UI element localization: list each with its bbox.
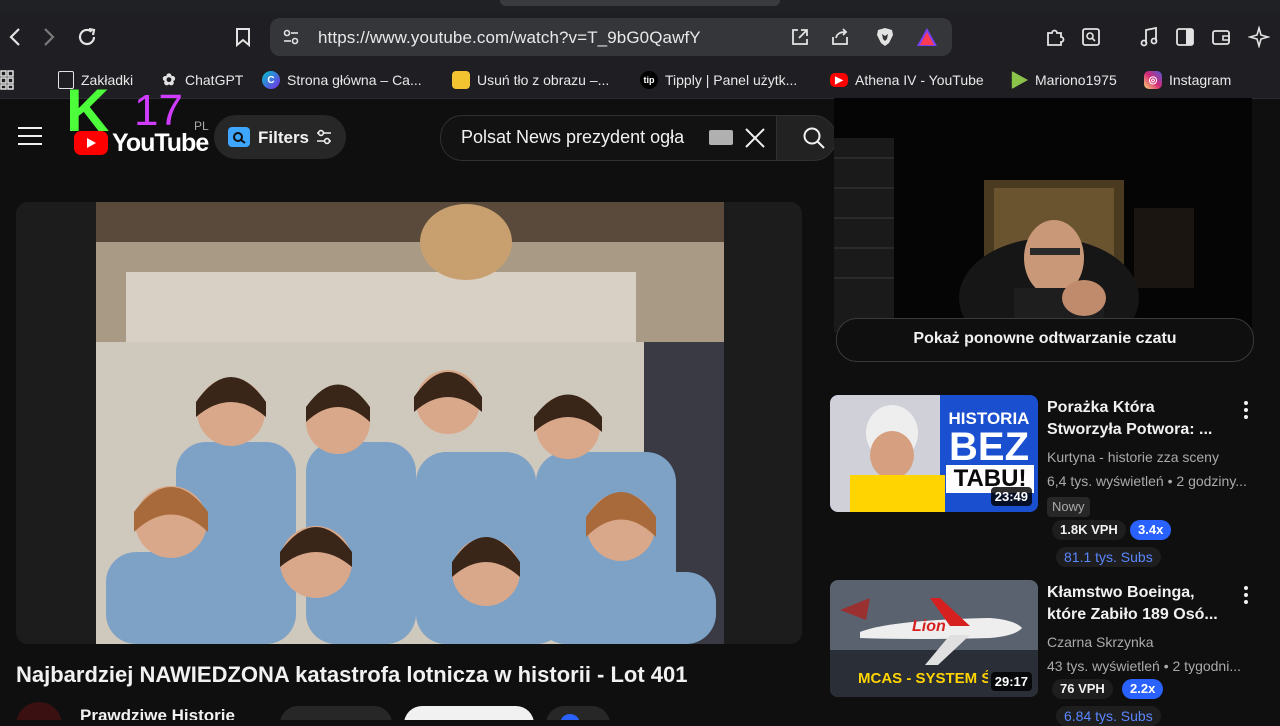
region-code: PL <box>194 119 209 133</box>
extensions-icon[interactable] <box>1040 22 1070 52</box>
chat-replay-button[interactable]: Pokaż ponowne odtwarzanie czatu <box>836 318 1254 362</box>
more-options-icon[interactable] <box>1238 399 1254 421</box>
clear-search-icon[interactable] <box>743 126 767 155</box>
join-button[interactable] <box>280 706 392 720</box>
bookmark-label: Mariono1975 <box>1035 72 1117 88</box>
outlier-multiplier: 2.2x <box>1122 679 1164 699</box>
active-tab-hint[interactable] <box>500 0 780 6</box>
address-bar[interactable]: https://www.youtube.com/watch?v=T_9bG0Qa… <box>270 18 952 56</box>
video-thumbnail[interactable]: HISTORIA BEZ TABU! 23:49 <box>830 395 1038 512</box>
share-icon[interactable] <box>830 27 850 52</box>
search-button[interactable] <box>776 115 836 161</box>
video-duration: 23:49 <box>990 487 1032 506</box>
video-player[interactable] <box>16 202 802 644</box>
related-video-channel[interactable]: Czarna Skrzynka <box>1047 634 1154 650</box>
bookmark-page-icon[interactable] <box>228 22 258 52</box>
search-query[interactable]: Polsat News prezydent ogła <box>461 127 684 148</box>
keyboard-icon[interactable] <box>709 130 733 145</box>
vph-badge: 76 VPH <box>1052 679 1113 699</box>
related-video-meta: 43 tys. wyświetleń • 2 tygodni... <box>1047 658 1241 674</box>
tipply-icon: tip <box>640 71 658 89</box>
youtube-header: YouTube PL K 17 Filters Polsat News prez… <box>0 81 836 179</box>
vph-badge: 1.8K VPH <box>1052 520 1126 540</box>
filter-extension-icon <box>228 127 250 147</box>
streamer-webcam-feed <box>834 98 1252 332</box>
chat-replay-label: Pokaż ponowne odtwarzanie czatu <box>913 330 1177 347</box>
webcam-overlay <box>834 98 1252 332</box>
bookmark-mariono[interactable]: Mariono1975 <box>1010 70 1117 90</box>
back-icon[interactable] <box>0 22 30 52</box>
rumble-icon <box>1011 71 1028 89</box>
bookmark-label: Tipply | Panel użytk... <box>665 72 798 88</box>
bookmark-label: ChatGPT <box>185 72 244 88</box>
music-icon[interactable] <box>1134 22 1164 52</box>
video-duration: 29:17 <box>990 672 1032 691</box>
bookmark-tipply[interactable]: tip Tipply | Panel użytk... <box>640 70 797 90</box>
more-options-icon[interactable] <box>1238 584 1254 606</box>
leo-ai-icon[interactable] <box>1244 22 1274 52</box>
search-icon <box>802 126 826 155</box>
thumbnail-text: BEZ <box>949 425 1029 469</box>
open-in-app-icon[interactable] <box>790 27 810 52</box>
brave-shield-icon[interactable] <box>874 26 896 53</box>
channel-row: Prawdziwe Historie <box>16 702 816 720</box>
related-video-meta: 6,4 tys. wyświetleń • 2 godziny... <box>1047 473 1247 489</box>
search-input[interactable]: Polsat News prezydent ogła <box>440 115 777 161</box>
stream-badge-number: 17 <box>134 86 183 135</box>
stream-badge-letter: K <box>66 77 110 144</box>
video-thumbnail[interactable]: Lion MCAS - SYSTEM ŚMIE 29:17 <box>830 580 1038 697</box>
bookmark-instagram[interactable]: ◎ Instagram <box>1144 70 1231 90</box>
menu-icon[interactable] <box>18 127 42 147</box>
related-video-1[interactable]: HISTORIA BEZ TABU! 23:49 Porażka Która S… <box>830 395 1280 575</box>
brave-rewards-icon[interactable] <box>916 27 938 52</box>
channel-name[interactable]: Prawdziwe Historie <box>80 706 235 720</box>
site-info-icon[interactable] <box>282 28 300 51</box>
subscriber-count: 81.1 tys. Subs <box>1056 547 1161 567</box>
video-frame-photo <box>16 202 802 644</box>
remove-bg-icon <box>452 71 470 89</box>
subscriber-count: 6.84 tys. Subs <box>1056 706 1161 726</box>
reader-mode-icon[interactable] <box>1076 22 1106 52</box>
youtube-icon: ▶ <box>830 73 848 87</box>
bookmark-label: Instagram <box>1169 72 1232 88</box>
related-video-title[interactable]: Porażka Która Stworzyła Potwora: ... <box>1047 397 1227 441</box>
thumbnail-text: Lion <box>912 618 946 635</box>
filters-label: Filters <box>258 128 310 147</box>
bookmark-canva[interactable]: C Strona główna – Ca... <box>262 70 422 90</box>
bookmark-remove-bg[interactable]: Usuń tło z obrazu –... <box>452 70 609 90</box>
forward-icon[interactable] <box>34 22 64 52</box>
browser-toolbar: https://www.youtube.com/watch?v=T_9bG0Qa… <box>0 12 1280 62</box>
wallet-icon[interactable] <box>1206 22 1236 52</box>
channel-avatar[interactable] <box>16 702 62 720</box>
apps-grid-icon[interactable] <box>0 70 20 90</box>
bookmark-label: Usuń tło z obrazu –... <box>477 72 610 88</box>
bookmark-label: Strona główna – Ca... <box>287 72 422 88</box>
like-button[interactable] <box>546 706 610 720</box>
tune-icon <box>316 128 332 151</box>
like-icon <box>560 714 580 720</box>
related-video-channel[interactable]: Kurtyna - historie zza sceny <box>1047 449 1219 465</box>
canva-icon: C <box>262 71 280 89</box>
reload-icon[interactable] <box>72 22 102 52</box>
bookmark-athena[interactable]: ▶ Athena IV - YouTube <box>830 70 984 90</box>
thumbnail-text: MCAS - SYSTEM ŚMIE <box>858 670 988 687</box>
related-video-title[interactable]: Kłamstwo Boeinga, które Zabiło 189 Osó..… <box>1047 582 1227 626</box>
related-video-2[interactable]: Lion MCAS - SYSTEM ŚMIE 29:17 Kłamstwo B… <box>830 580 1280 726</box>
sidebar-toggle-icon[interactable] <box>1170 22 1200 52</box>
instagram-icon: ◎ <box>1144 71 1162 89</box>
browser-tab-strip <box>0 0 1280 12</box>
bookmarks-bar: Zakładki ✿ ChatGPT C Strona główna – Ca.… <box>0 62 1280 99</box>
new-badge: Nowy <box>1047 497 1090 517</box>
outlier-multiplier: 3.4x <box>1130 520 1172 540</box>
video-title: Najbardziej NAWIEDZONA katastrofa lotnic… <box>16 662 688 687</box>
bookmark-label: Athena IV - YouTube <box>855 72 984 88</box>
url-text[interactable]: https://www.youtube.com/watch?v=T_9bG0Qa… <box>318 28 701 48</box>
subscribe-button[interactable] <box>404 706 534 720</box>
filters-button[interactable]: Filters <box>214 115 346 159</box>
